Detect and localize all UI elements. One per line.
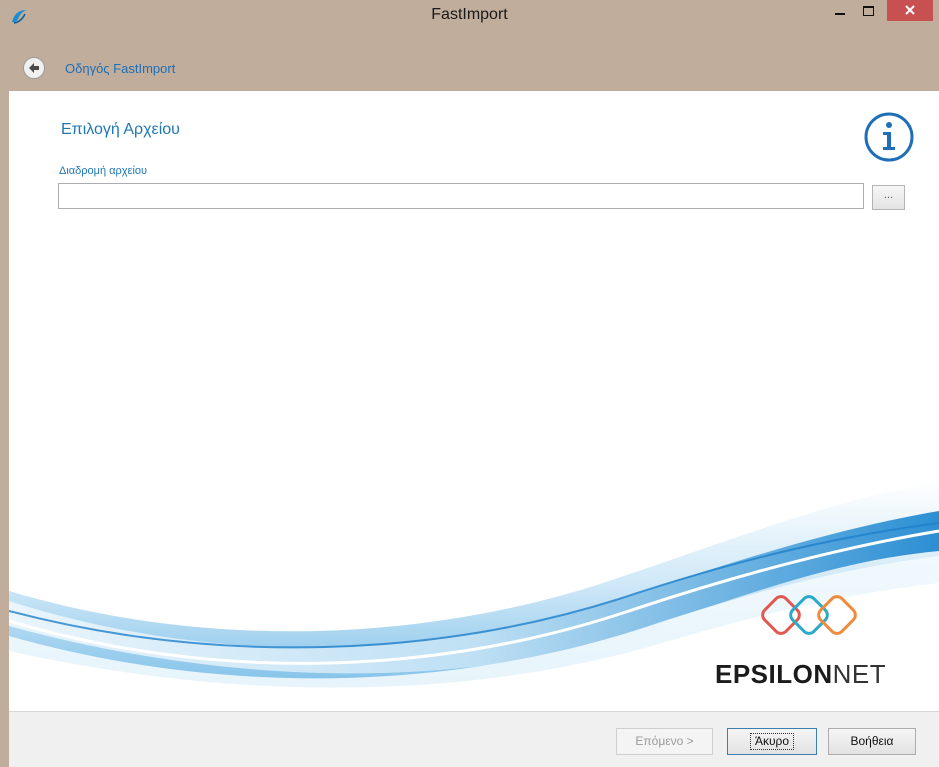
- cancel-button[interactable]: Άκυρο: [727, 728, 817, 755]
- wizard-content: Επιλογή Αρχείου Διαδρομή αρχείου ... EPS…: [9, 91, 939, 712]
- brand-name-bold: EPSILON: [715, 659, 833, 689]
- footer-bar: Επόμενο > Άκυρο Βοήθεια: [9, 712, 939, 767]
- minimize-button[interactable]: [828, 0, 854, 24]
- close-icon: [905, 5, 915, 15]
- page-title: Επιλογή Αρχείου: [61, 121, 180, 138]
- maximize-button[interactable]: [856, 0, 882, 24]
- back-button[interactable]: [23, 57, 45, 79]
- nav-bar: Οδηγός FastImport: [0, 33, 939, 91]
- next-button[interactable]: Επόμενο >: [616, 728, 713, 755]
- epsilonnet-logo-icon: [761, 595, 857, 635]
- brand-name-light: NET: [832, 659, 887, 689]
- file-path-input[interactable]: [58, 183, 864, 209]
- wizard-title: Οδηγός FastImport: [65, 61, 176, 76]
- cancel-button-label: Άκυρο: [749, 733, 795, 750]
- window-title: FastImport: [431, 6, 508, 23]
- file-path-label: Διαδρομή αρχείου: [59, 165, 148, 177]
- browse-button[interactable]: ...: [872, 185, 905, 210]
- close-button[interactable]: [887, 0, 933, 21]
- info-icon[interactable]: [863, 111, 915, 163]
- title-bar: FastImport: [0, 0, 939, 33]
- brand-name: EPSILONNET: [715, 659, 886, 690]
- help-button[interactable]: Βοήθεια: [828, 728, 916, 755]
- back-arrow-icon: [29, 63, 39, 73]
